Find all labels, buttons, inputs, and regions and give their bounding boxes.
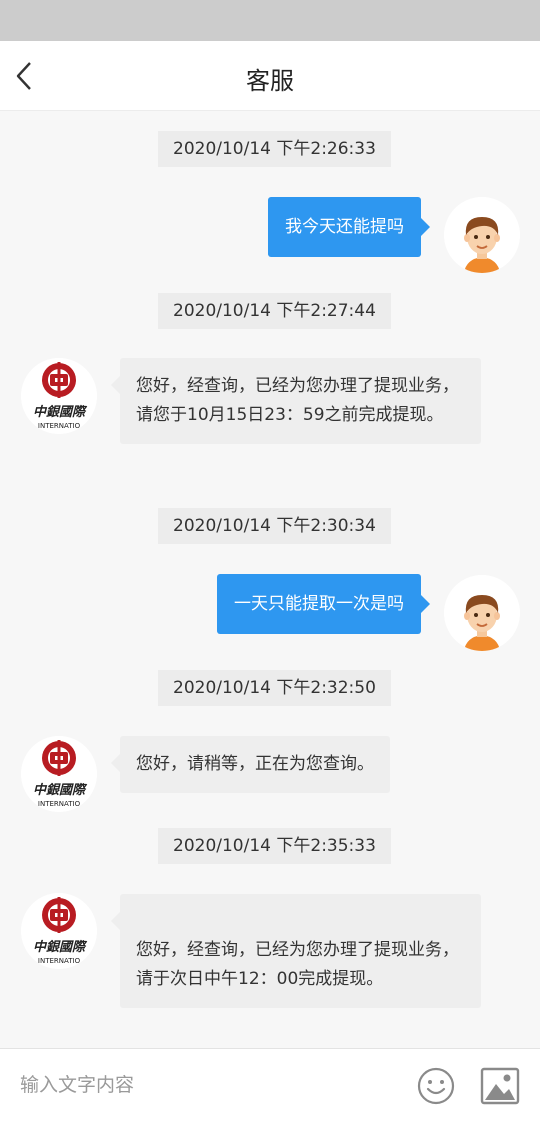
message-timestamp: 2020/10/14 下午2:30:34 bbox=[158, 508, 391, 544]
bank-logo-caption: 中銀國際 bbox=[33, 404, 88, 420]
message-timestamp: 2020/10/14 下午2:35:33 bbox=[158, 828, 391, 864]
emoji-icon bbox=[417, 1067, 455, 1105]
header: 客服 bbox=[0, 41, 540, 111]
message-timestamp: 2020/10/14 下午2:27:44 bbox=[158, 293, 391, 329]
bank-logo-icon: 中銀國際 INTERNATIO bbox=[21, 736, 97, 812]
bank-logo-caption: 中銀國際 bbox=[33, 782, 88, 798]
user-avatar-icon bbox=[444, 575, 520, 651]
agent-avatar: 中銀國際 INTERNATIO bbox=[21, 358, 97, 434]
incoming-message-bubble[interactable]: 您好，请稍等，正在为您查询。 bbox=[111, 736, 390, 793]
message-input-bar bbox=[0, 1048, 540, 1122]
user-avatar bbox=[444, 197, 520, 273]
agent-avatar: 中銀國際 INTERNATIO bbox=[21, 736, 97, 812]
chat-area[interactable]: 2020/10/14 下午2:26:33 我今天还能提吗 2020/10/14 … bbox=[0, 111, 540, 1048]
bank-logo-icon: 中銀國際 INTERNATIO bbox=[21, 358, 97, 434]
bank-logo-icon: 中銀國際 INTERNATIO bbox=[21, 893, 97, 969]
user-avatar-icon bbox=[444, 197, 520, 273]
message-input[interactable] bbox=[20, 1063, 390, 1107]
image-button[interactable] bbox=[480, 1067, 520, 1105]
agent-avatar: 中銀國際 INTERNATIO bbox=[21, 893, 97, 969]
page-title: 客服 bbox=[246, 67, 294, 95]
bank-logo-subcaption: INTERNATIO bbox=[38, 422, 81, 430]
status-bar bbox=[0, 0, 540, 41]
incoming-message-bubble[interactable]: 您好，经查询，已经为您办理了提现业务，请于次日中午12：00完成提现。 bbox=[111, 894, 481, 1008]
bank-logo-subcaption: INTERNATIO bbox=[38, 800, 81, 808]
message-timestamp: 2020/10/14 下午2:26:33 bbox=[158, 131, 391, 167]
user-avatar bbox=[444, 575, 520, 651]
message-timestamp: 2020/10/14 下午2:32:50 bbox=[158, 670, 391, 706]
bank-logo-caption: 中銀國際 bbox=[33, 939, 88, 955]
outgoing-message-bubble[interactable]: 一天只能提取一次是吗 bbox=[217, 574, 430, 634]
outgoing-message-bubble[interactable]: 我今天还能提吗 bbox=[268, 197, 430, 257]
image-icon bbox=[480, 1067, 520, 1105]
emoji-button[interactable] bbox=[416, 1066, 456, 1106]
incoming-message-bubble[interactable]: 您好，经查询，已经为您办理了提现业务，请您于10月15日23：59之前完成提现。 bbox=[111, 358, 481, 444]
bank-logo-subcaption: INTERNATIO bbox=[38, 957, 81, 965]
